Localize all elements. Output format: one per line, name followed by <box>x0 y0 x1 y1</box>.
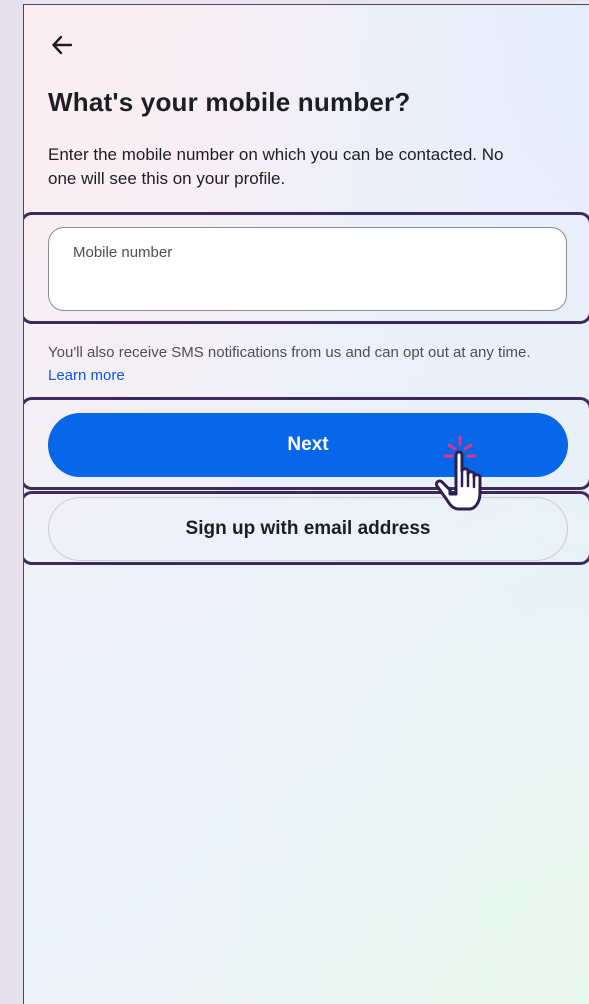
sms-notice: You'll also receive SMS notifications fr… <box>48 341 568 387</box>
arrow-left-icon <box>52 35 73 55</box>
page-title: What's your mobile number? <box>48 87 411 117</box>
page-subtitle: Enter the mobile number on which you can… <box>48 145 504 188</box>
learn-more-link[interactable]: Learn more <box>48 367 125 384</box>
sign-up-with-email-button[interactable]: Sign up with email address <box>48 497 568 561</box>
mobile-number-input[interactable] <box>71 270 545 300</box>
back-button[interactable] <box>48 31 76 59</box>
left-gutter <box>0 0 23 1004</box>
next-button[interactable]: Next <box>48 413 568 477</box>
sms-notice-text: You'll also receive SMS notifications fr… <box>48 344 531 361</box>
mobile-number-label: Mobile number <box>73 244 173 261</box>
signup-screen: What's your mobile number? Enter the mob… <box>23 4 589 1004</box>
mobile-number-field[interactable]: Mobile number <box>48 227 567 311</box>
